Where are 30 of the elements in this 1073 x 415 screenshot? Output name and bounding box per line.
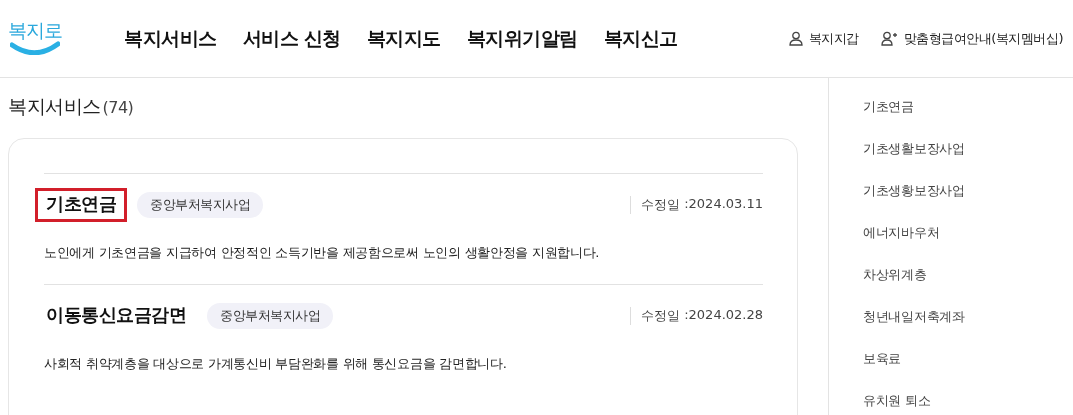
date-label: 수정일 (641, 196, 681, 214)
category-tag: 중앙부처복지사업 (137, 192, 263, 218)
user-add-icon (880, 31, 898, 46)
nav-link[interactable]: 서비스 신청 (242, 26, 341, 51)
sidebar-link[interactable]: 기초생황보장사업 (863, 182, 1073, 200)
sidebar-link[interactable]: 기초연금 (863, 98, 1073, 116)
nav-link[interactable]: 복지위기알림 (466, 26, 578, 51)
user-icon (788, 31, 803, 46)
nav-link[interactable]: 복지서비스 (124, 26, 217, 51)
service-description: 사회적 취약계층을 대상으로 가계통신비 부담완화를 위해 통신요금을 감면합니다. (44, 355, 508, 373)
result-count: (74) (102, 98, 134, 117)
nav-link[interactable]: 복지신고 (603, 26, 678, 51)
sidebar-link[interactable]: 기초생활보장사업 (863, 140, 1073, 158)
modified-date: :2024.03.11 (684, 196, 763, 213)
nav-link[interactable]: 복지지도 (366, 26, 441, 51)
category-tag: 중앙부처복지사업 (207, 303, 333, 329)
service-title[interactable]: 이동통신요금감면 (35, 299, 197, 333)
header-link[interactable]: 맞춤형급여안내(복지멤버십) (880, 29, 1063, 48)
sidebar-link[interactable]: 유치원 퇴소 (863, 392, 1073, 410)
header-link[interactable]: 복지지갑 (788, 29, 859, 48)
smile-icon (10, 40, 60, 55)
modified-date: :2024.02.28 (684, 307, 763, 324)
page-title: 복지서비스 (8, 94, 101, 119)
service-title[interactable]: 기초연금 (35, 188, 127, 222)
service-description: 노인에게 기초연금을 지급하여 안정적인 소득기반을 제공함으로써 노인의 생활안정을 지원합니다. (44, 244, 601, 262)
date-label: 수정일 (641, 307, 681, 325)
sidebar-link[interactable]: 보육료 (863, 350, 1073, 368)
sidebar-link[interactable]: 차상위계층 (863, 266, 1073, 284)
sidebar-link[interactable]: 에너지바우처 (863, 224, 1073, 242)
sidebar-link[interactable]: 청년내일저축계좌 (863, 308, 1073, 326)
